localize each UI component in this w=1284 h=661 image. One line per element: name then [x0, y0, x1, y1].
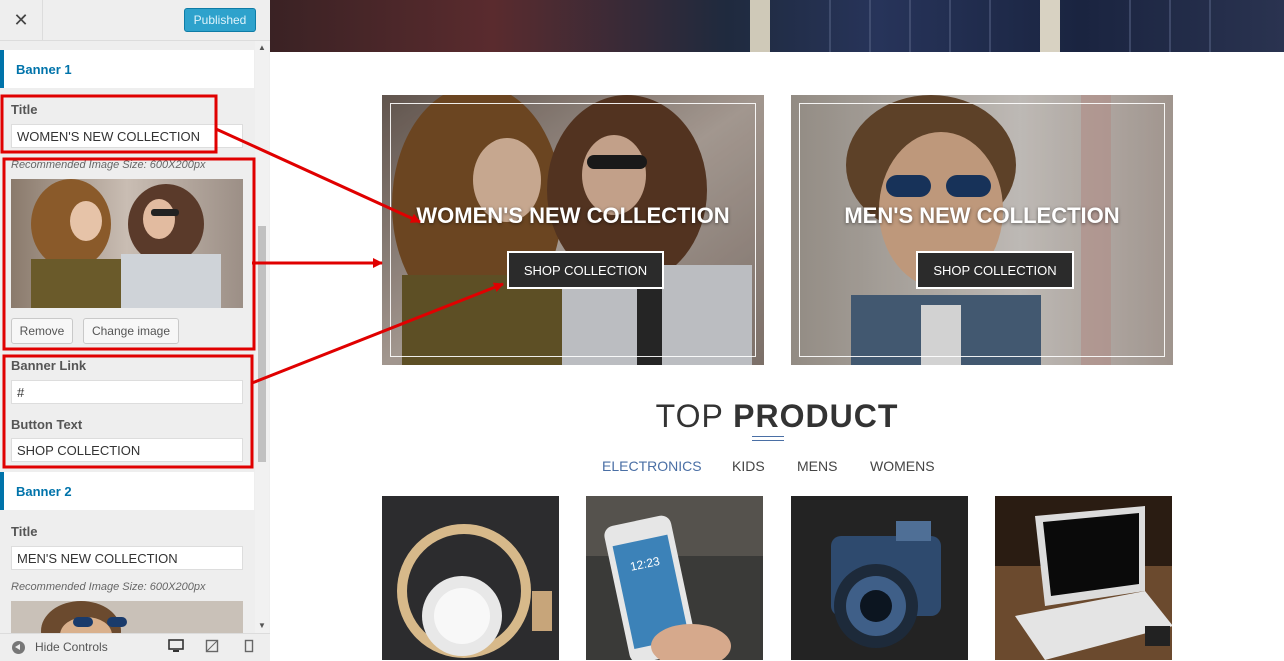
desktop-preview-icon[interactable] [168, 639, 184, 653]
change-image-button[interactable]: Change image [83, 318, 179, 344]
title-underline [752, 440, 784, 441]
banner-women-shop-button[interactable]: SHOP COLLECTION [507, 251, 664, 289]
banner1-button-text-label: Button Text [11, 417, 83, 432]
product-laptop[interactable] [995, 496, 1172, 660]
tab-womens[interactable]: WOMENS [870, 458, 935, 474]
banner1-link-field[interactable] [11, 380, 243, 404]
banner-men[interactable]: MEN'S NEW COLLECTION SHOP COLLECTION [791, 95, 1173, 365]
remove-image-button[interactable]: Remove [11, 318, 73, 344]
banner-frame [390, 103, 756, 357]
tab-electronics[interactable]: ELECTRONICS [602, 458, 702, 474]
site-preview: WOMEN'S NEW COLLECTION SHOP COLLECTION M… [270, 0, 1284, 660]
scroll-up-arrow-icon[interactable]: ▲ [255, 43, 269, 53]
mobile-preview-icon[interactable] [244, 639, 254, 653]
section-banner-1[interactable]: Banner 1 [0, 50, 254, 88]
banner-women-title: WOMEN'S NEW COLLECTION [416, 203, 730, 228]
section-banner-2[interactable]: Banner 2 [0, 472, 254, 510]
section-title: TOP PRODUCT [270, 398, 1284, 435]
section-title-bold: PRODUCT [733, 398, 899, 434]
close-icon[interactable]: ✕ [0, 0, 43, 40]
banner2-image-thumbnail [11, 601, 243, 633]
tablet-preview-icon[interactable] [205, 639, 219, 653]
customizer-sidebar: ✕ Published Banner 1 Title Recommended I… [0, 0, 271, 661]
product-camera[interactable] [791, 496, 968, 660]
banner1-button-text-field[interactable] [11, 438, 243, 462]
publish-button[interactable]: Published [184, 8, 256, 32]
hero-image [270, 0, 1284, 52]
banner-men-shop-button[interactable]: SHOP COLLECTION [916, 251, 1074, 289]
title-underline [752, 436, 784, 437]
banner-frame [799, 103, 1165, 357]
customizer-header: ✕ Published [0, 0, 270, 41]
section-title-light: TOP [655, 398, 734, 434]
tab-mens[interactable]: MENS [797, 458, 837, 474]
product-smartphone[interactable]: 12:23 [586, 496, 763, 660]
banner1-link-label: Banner Link [11, 358, 87, 373]
hide-controls-button[interactable]: Hide Controls [35, 640, 108, 654]
customizer-footer: Hide Controls [0, 633, 270, 661]
tab-kids[interactable]: KIDS [732, 458, 765, 474]
banner2-title-label: Title [11, 524, 38, 539]
scroll-down-arrow-icon[interactable]: ▼ [255, 621, 269, 631]
banner1-image-hint: Recommended Image Size: 600X200px [11, 159, 206, 171]
banner2-title-field[interactable] [11, 546, 243, 570]
collapse-icon[interactable] [12, 641, 25, 654]
scroll-thumb[interactable] [258, 226, 266, 462]
product-headphones[interactable] [382, 496, 559, 660]
banner1-title-label: Title [11, 102, 38, 117]
banner-men-title: MEN'S NEW COLLECTION [844, 203, 1120, 228]
banner-women[interactable]: WOMEN'S NEW COLLECTION SHOP COLLECTION [382, 95, 764, 365]
banner2-image-hint: Recommended Image Size: 600X200px [11, 581, 206, 593]
controls-panel: Banner 1 Title Recommended Image Size: 6… [0, 41, 270, 633]
banner1-image-thumbnail [11, 179, 243, 308]
sidebar-scrollbar[interactable]: ▲ ▼ [255, 41, 269, 633]
banner1-title-field[interactable] [11, 124, 243, 148]
